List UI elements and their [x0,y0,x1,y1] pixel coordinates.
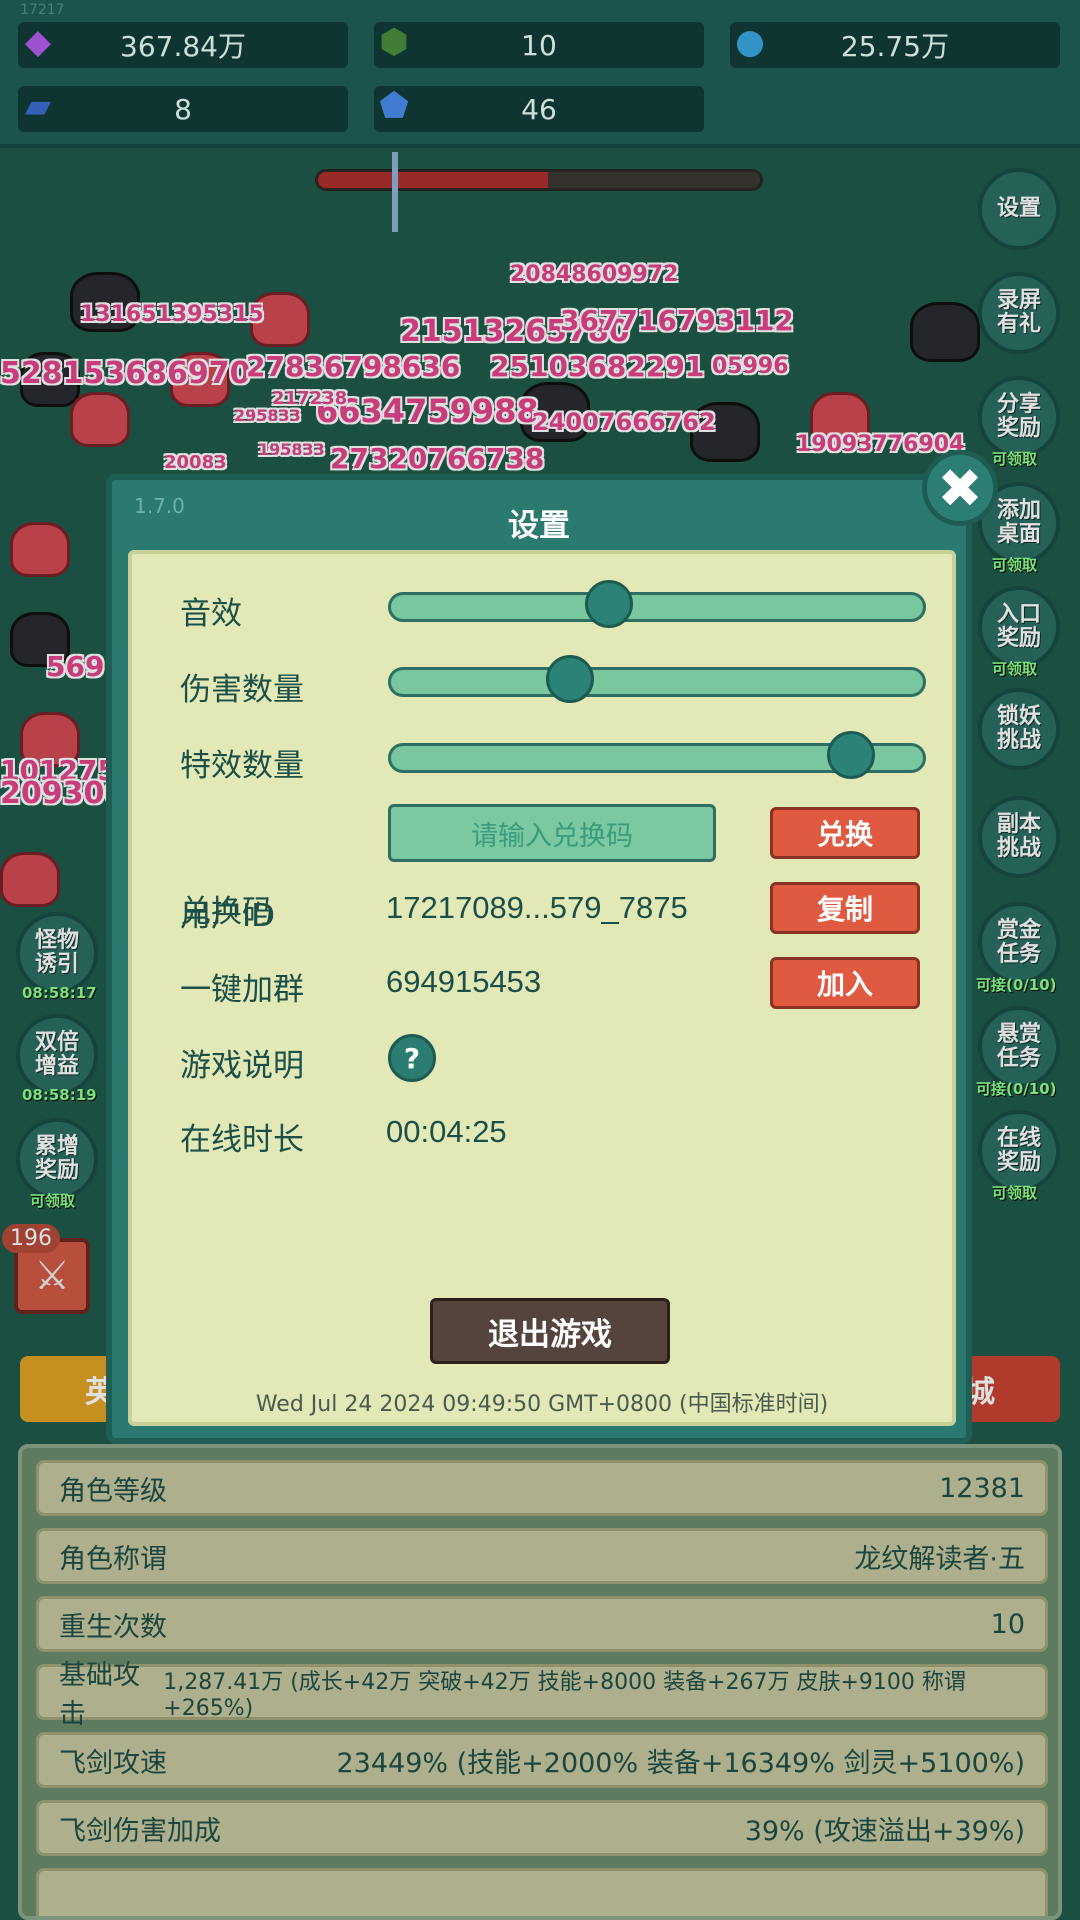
damage-count-slider[interactable] [388,655,926,703]
damage-count-slider-knob[interactable] [545,655,594,703]
join-button[interactable]: 加入 [770,957,920,1009]
sound-slider-knob[interactable] [584,580,633,628]
help-icon[interactable]: ? [388,1034,436,1082]
datetime-text: Wed Jul 24 2024 09:49:50 GMT+0800 (中国标准时… [255,1392,829,1417]
dialog-title: 设置 [508,508,570,544]
damage-count-label: 伤害数量 [180,672,304,708]
sound-slider[interactable] [388,580,926,628]
game-help-label: 游戏说明 [180,1048,304,1084]
online-time-label: 在线时长 [180,1122,304,1158]
redeem-button[interactable]: 兑换 [770,807,920,859]
close-icon[interactable]: ✖ [922,450,998,526]
join-group-label: 一键加群 [180,972,304,1008]
online-time-value: 00:04:25 [386,1114,507,1149]
copy-button[interactable]: 复制 [770,882,920,934]
effects-count-label: 特效数量 [180,748,304,784]
effects-count-slider[interactable] [388,731,926,779]
join-group-value: 694915453 [386,964,542,999]
redeem-code-input[interactable]: 请输入兑换码 [388,804,716,862]
user-id-label: 用户ID [180,898,276,934]
quit-game-button[interactable]: 退出游戏 [430,1298,670,1364]
settings-dialog: 1.7.0 设置 音效 伤害数量 特效数量 兑换码 请输入兑换码 兑换 用户ID… [106,474,972,1444]
sound-label: 音效 [180,596,242,632]
user-id-value: 17217089...579_7875 [386,890,688,925]
effects-count-slider-knob[interactable] [826,731,875,779]
settings-panel: 音效 伤害数量 特效数量 兑换码 请输入兑换码 兑换 用户ID 17217089… [128,550,956,1426]
